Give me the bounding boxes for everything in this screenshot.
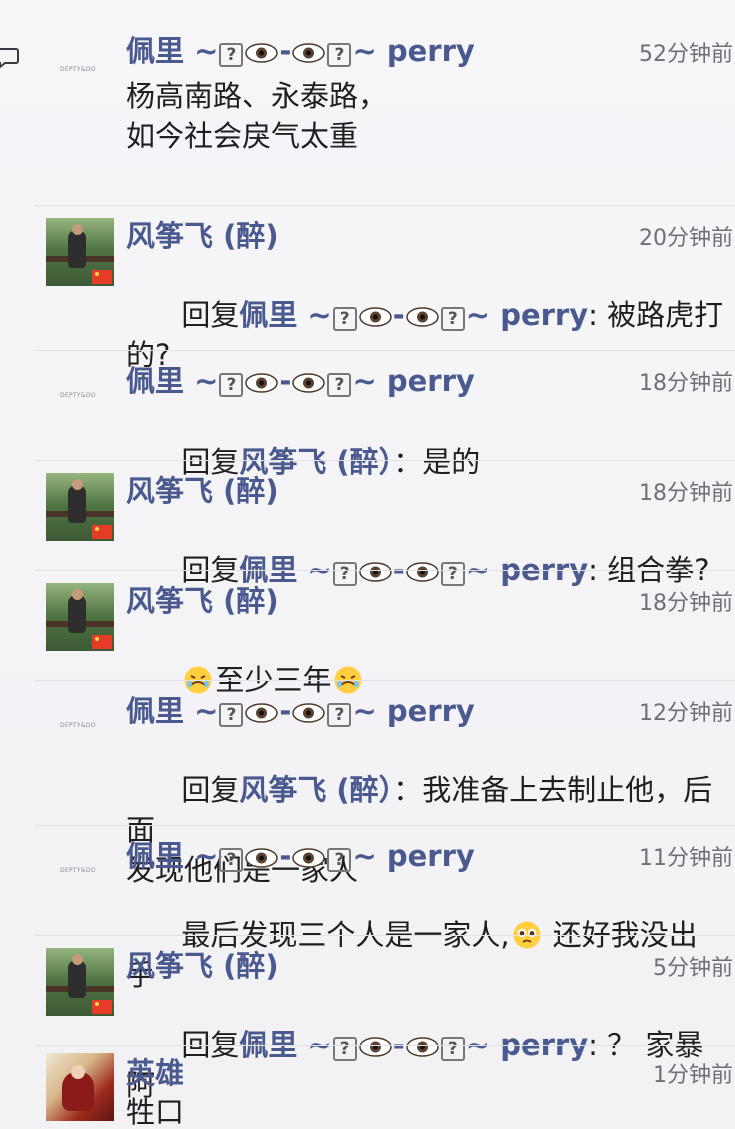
question-box-icon: ? <box>219 703 244 727</box>
avatar-watermark: DEPTY&DO <box>60 392 96 399</box>
comment-item[interactable]: DEPTY&DO 佩里 ~? -? ~ perry 11分钟前 最后发现三个人是一家… <box>0 825 735 992</box>
comment-item[interactable]: 英雄 1分钟前 牲口 <box>0 1045 735 1129</box>
question-box-icon: ? <box>327 373 352 397</box>
question-box-icon: ? <box>327 703 352 727</box>
avatar-watermark: DEPTY&DO <box>60 722 96 729</box>
eye-icon <box>245 373 279 393</box>
question-box-icon: ? <box>219 43 244 67</box>
comment-time: 1分钟前 <box>653 1063 733 1088</box>
comment-time: 52分钟前 <box>639 42 733 67</box>
eye-icon <box>245 848 279 868</box>
eye-icon <box>292 373 326 393</box>
comment-text: 牲口 <box>126 1095 185 1129</box>
comment-item[interactable]: DEPTY&DO 佩里 ~? -? ~ perry 12分钟前 回复风筝飞 (醉）：… <box>0 680 735 887</box>
avatar[interactable] <box>46 583 114 651</box>
eye-icon <box>358 307 392 327</box>
comment-feed: DEPTY&DO 佩里 ~? -? ~ perry 52分钟前 杨高南路、永泰路， … <box>0 0 735 1129</box>
eye-icon <box>292 703 326 723</box>
comment-time: 18分钟前 <box>639 371 733 396</box>
eye-icon <box>245 703 279 723</box>
reply-target-link[interactable]: 风筝飞 (醉） <box>239 773 393 807</box>
question-box-icon: ? <box>327 848 352 872</box>
question-box-icon: ? <box>440 307 465 331</box>
comment-text: 杨高南路、永泰路， 如今社会戾气太重 <box>126 79 388 153</box>
comment-item[interactable]: 风筝飞 (醉) 5分钟前 回复佩里 ~? -? ~ perry: ？ 家暴阿 <box>0 935 735 1102</box>
comment-time: 20分钟前 <box>639 226 733 251</box>
comment-time: 5分钟前 <box>653 956 733 981</box>
comment-author[interactable]: 佩里 ~? -? ~ perry <box>126 833 475 875</box>
avatar-watermark: DEPTY&DO <box>60 66 96 73</box>
question-box-icon: ? <box>327 43 352 67</box>
comment-author[interactable]: 风筝飞 (醉) <box>126 943 279 985</box>
comment-item[interactable]: 风筝飞 (醉) 18分钟前 回复佩里 ~? -? ~ perry: 组合拳? <box>0 460 735 587</box>
avatar[interactable] <box>46 948 114 1016</box>
divider <box>34 825 735 826</box>
comment-author[interactable]: 风筝飞 (醉) <box>126 468 279 510</box>
divider <box>34 570 735 571</box>
divider <box>34 1045 735 1046</box>
comment-author[interactable]: 佩里 ~? -? ~ perry <box>126 688 475 730</box>
china-flag-icon <box>92 1000 112 1014</box>
comment-author[interactable]: 风筝飞 (醉) <box>126 213 279 255</box>
eye-icon <box>292 848 326 868</box>
eye-icon <box>292 43 326 63</box>
comment-author[interactable]: 英雄 <box>126 1050 184 1092</box>
comment-author[interactable]: 佩里 ~? -? ~ perry <box>126 28 475 70</box>
comment-time: 11分钟前 <box>639 846 733 871</box>
reply-target-link[interactable]: 佩里 ~? -? ~ perry <box>239 298 588 332</box>
divider <box>34 460 735 461</box>
comment-time: 18分钟前 <box>639 591 733 616</box>
avatar[interactable] <box>46 1053 114 1121</box>
divider <box>34 350 735 351</box>
avatar[interactable] <box>46 473 114 541</box>
comment-time: 12分钟前 <box>639 701 733 726</box>
question-box-icon: ? <box>219 848 244 872</box>
comment-item[interactable]: DEPTY&DO 佩里 ~? -? ~ perry 52分钟前 杨高南路、永泰路， … <box>0 0 735 205</box>
eye-icon <box>245 43 279 63</box>
china-flag-icon <box>92 635 112 649</box>
avatar-watermark: DEPTY&DO <box>60 867 96 874</box>
divider <box>34 935 735 936</box>
comment-item[interactable]: DEPTY&DO 佩里 ~? -? ~ perry 18分钟前 回复风筝飞 (醉）：… <box>0 350 735 479</box>
comment-author[interactable]: 佩里 ~? -? ~ perry <box>126 358 475 400</box>
comment-item[interactable]: 风筝飞 (醉) 18分钟前 至少三年 <box>0 570 735 697</box>
comment-author[interactable]: 风筝飞 (醉) <box>126 578 279 620</box>
eye-icon <box>406 307 439 327</box>
comment-item[interactable]: 风筝飞 (醉) 20分钟前 回复佩里 ~? -? ~ perry: 被路虎打 的? <box>0 205 735 372</box>
question-box-icon: ? <box>332 307 357 331</box>
divider <box>34 680 735 681</box>
divider <box>34 205 735 206</box>
avatar[interactable] <box>46 218 114 286</box>
china-flag-icon <box>92 525 112 539</box>
china-flag-icon <box>92 270 112 284</box>
comment-time: 18分钟前 <box>639 481 733 506</box>
question-box-icon: ? <box>219 373 244 397</box>
